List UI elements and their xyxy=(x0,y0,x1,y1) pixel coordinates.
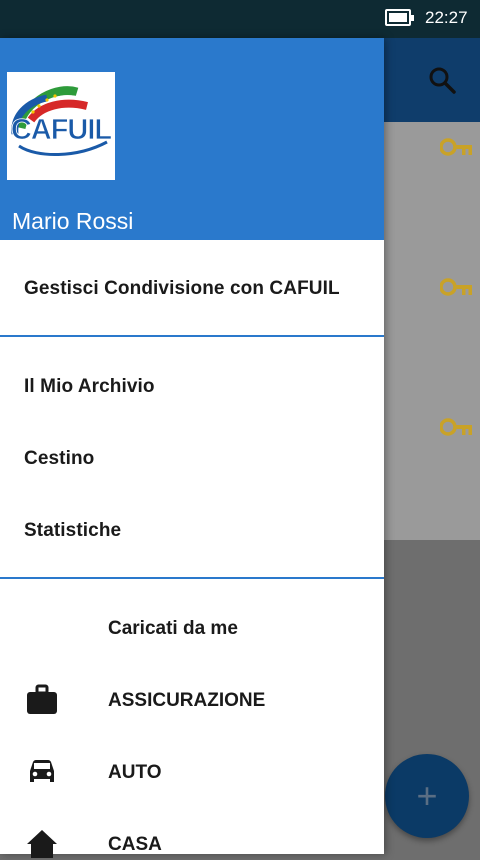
section-uploaded-by-me[interactable]: Caricati da me xyxy=(108,618,238,640)
battery-icon xyxy=(385,9,414,26)
plus-icon: + xyxy=(416,775,438,816)
home-icon xyxy=(27,830,57,858)
menu-item-share[interactable]: Gestisci Condivisione con CAFUIL xyxy=(24,278,340,300)
divider xyxy=(0,577,384,579)
divider xyxy=(0,335,384,337)
navigation-drawer: CAFUIL Mario Rossi Gestisci Condivisione… xyxy=(0,38,384,858)
drawer-header: CAFUIL Mario Rossi xyxy=(0,38,384,240)
briefcase-icon xyxy=(27,684,57,714)
menu-item-statistics[interactable]: Statistiche xyxy=(24,520,121,542)
search-icon[interactable] xyxy=(427,65,457,95)
add-button[interactable]: + xyxy=(385,754,469,838)
cafuil-logo: CAFUIL xyxy=(7,72,115,180)
logo-text: CAFUIL xyxy=(11,114,112,146)
category-assicurazione[interactable]: ASSICURAZIONE xyxy=(108,690,265,712)
menu-item-trash[interactable]: Cestino xyxy=(24,448,94,470)
menu-item-archive[interactable]: Il Mio Archivio xyxy=(24,376,155,398)
status-time: 22:27 xyxy=(425,8,468,27)
key-icon xyxy=(440,418,472,436)
user-name: Mario Rossi xyxy=(12,208,134,234)
status-bar: 22:27 xyxy=(0,0,480,38)
key-icon xyxy=(440,278,472,296)
key-icon xyxy=(440,138,472,156)
car-icon xyxy=(30,760,54,782)
category-casa[interactable]: CASA xyxy=(108,834,162,856)
category-auto[interactable]: AUTO xyxy=(108,762,161,784)
